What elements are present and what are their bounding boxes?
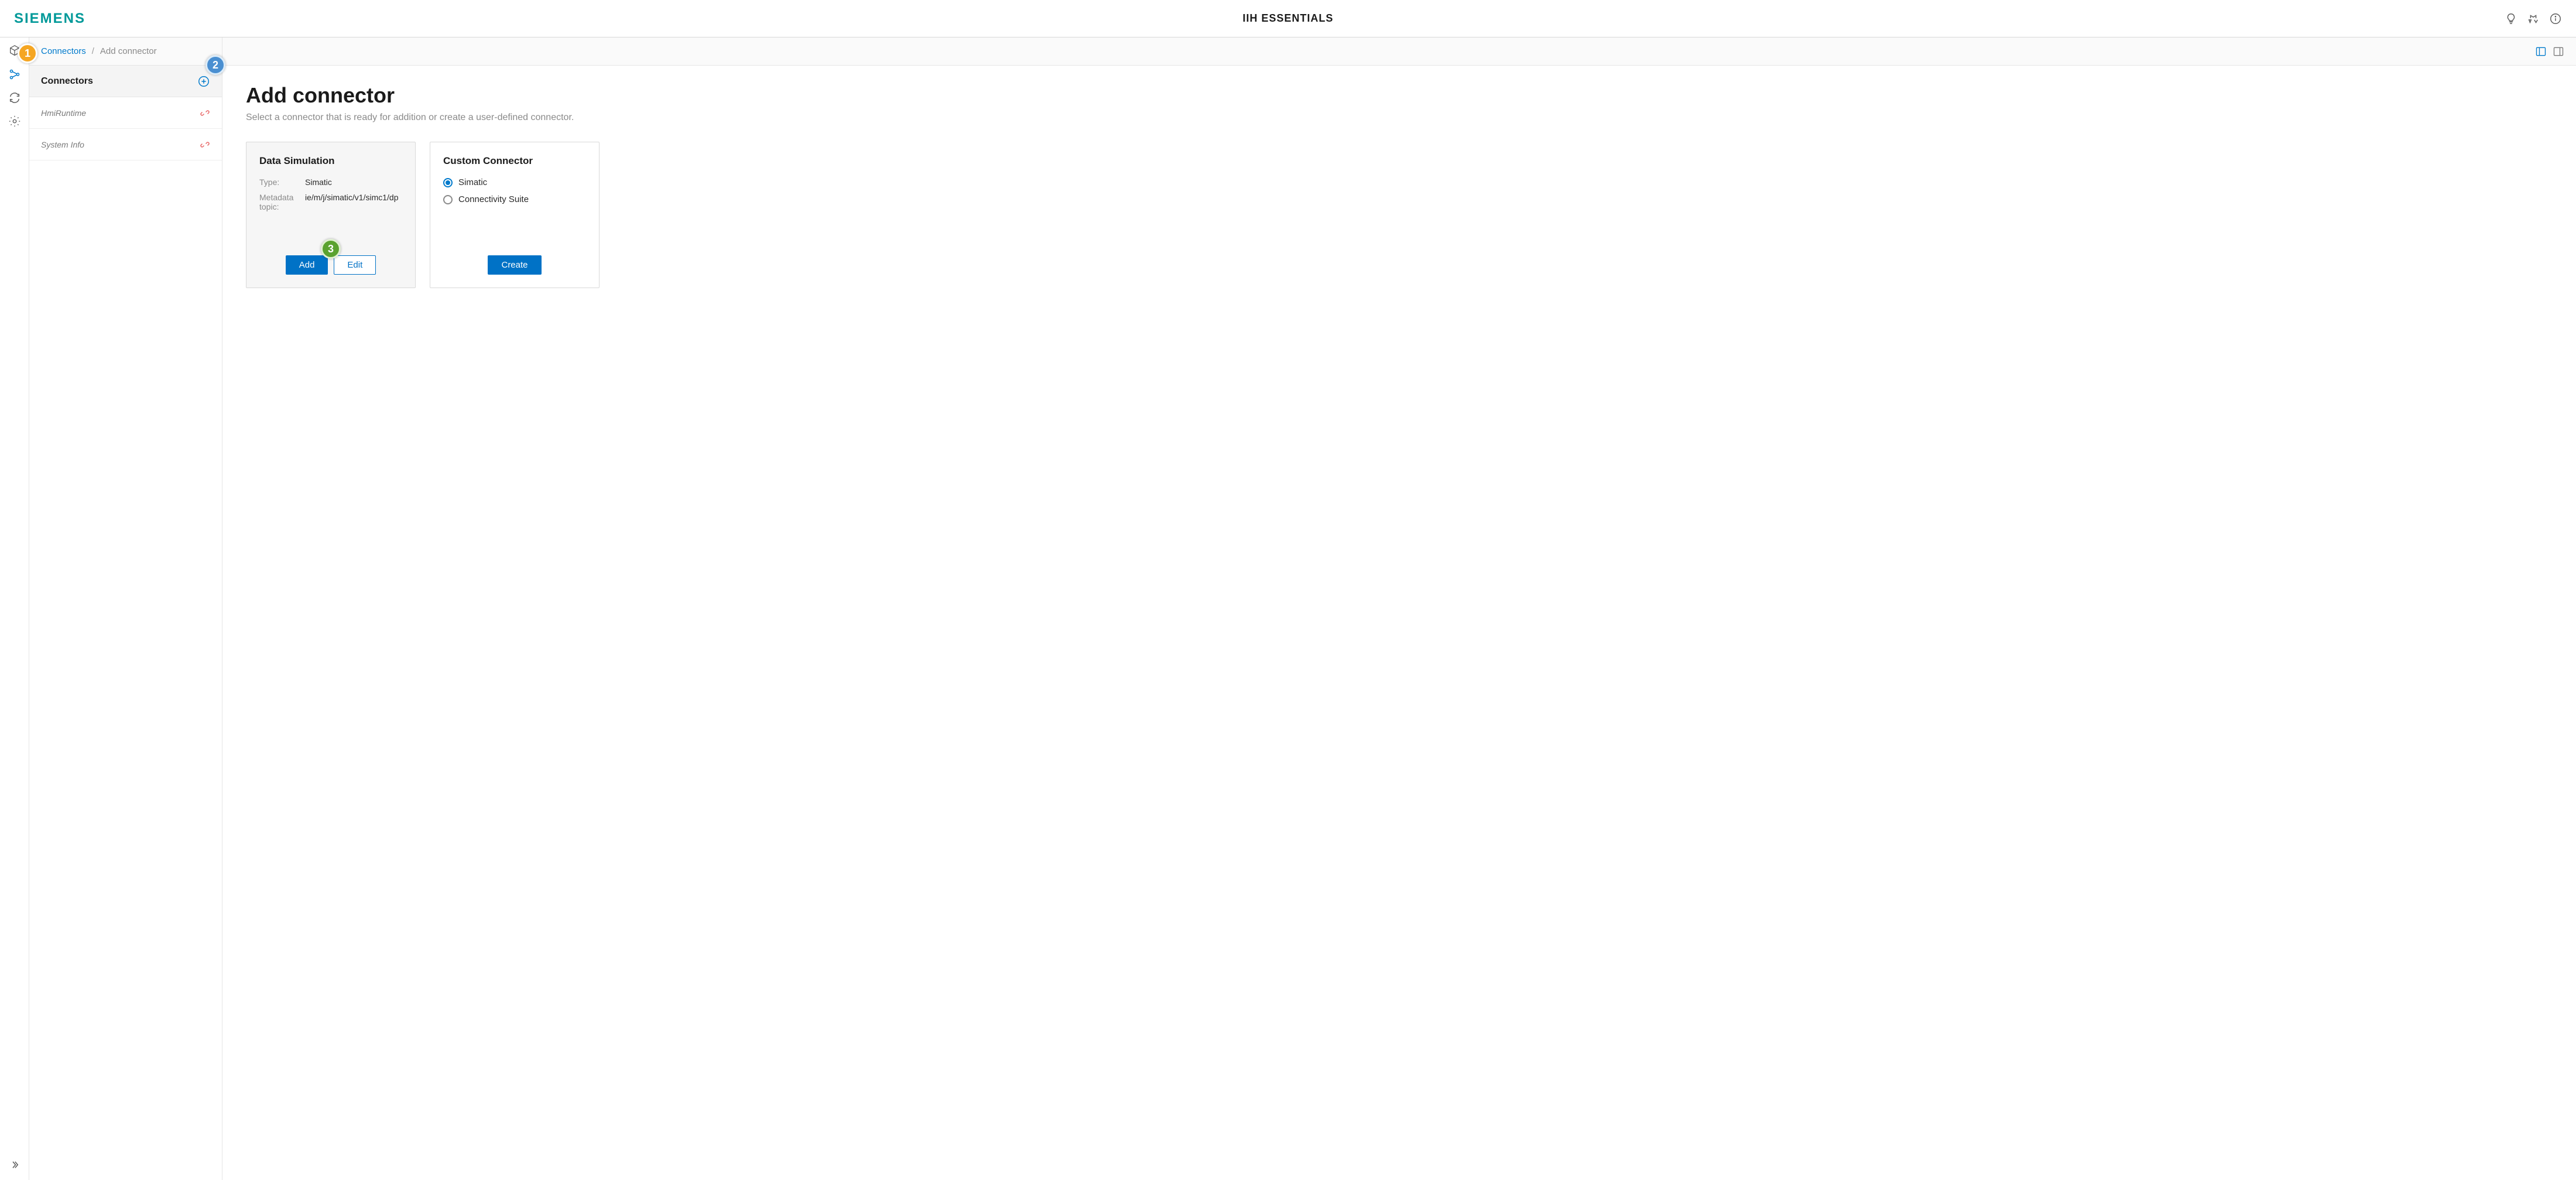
app-title: IIH ESSENTIALS — [1242, 12, 1333, 25]
card-title: Custom Connector — [443, 155, 586, 167]
meta-type-row: Type: Simatic — [259, 177, 402, 187]
info-icon[interactable] — [2549, 12, 2562, 25]
radio-label: Simatic — [458, 177, 487, 187]
expand-rail-button[interactable] — [9, 1160, 20, 1172]
card-custom-connector: Custom Connector Simatic Connectivity Su… — [430, 142, 600, 288]
cards-row: Data Simulation Type: Simatic Metadata t… — [246, 142, 2553, 288]
card-data-simulation: Data Simulation Type: Simatic Metadata t… — [246, 142, 416, 288]
connector-item-hmiruntime[interactable]: HmiRuntime — [29, 97, 222, 129]
broken-link-icon — [200, 108, 210, 118]
add-button[interactable]: Add — [286, 255, 328, 275]
nav-rail: 1 — [0, 37, 29, 1180]
card-title: Data Simulation — [259, 155, 402, 167]
connectors-nav-icon[interactable] — [8, 68, 21, 81]
meta-value: Simatic — [305, 177, 332, 187]
connector-item-label: System Info — [41, 140, 84, 149]
radio-icon — [443, 178, 453, 187]
breadcrumb-separator: / — [92, 46, 94, 56]
meta-value: ie/m/j/simatic/v1/simc1/dp — [305, 193, 398, 202]
radio-label: Connectivity Suite — [458, 194, 529, 204]
page-subtitle: Select a connector that is ready for add… — [246, 112, 2553, 123]
sync-icon[interactable] — [8, 91, 21, 104]
broken-link-icon — [200, 139, 210, 150]
add-connector-icon[interactable] — [197, 75, 210, 88]
edit-button[interactable]: Edit — [334, 255, 376, 275]
panel-right-toggle-icon[interactable] — [2553, 46, 2564, 57]
panel-header: Connectors 2 — [29, 66, 222, 97]
main-area: Add connector Select a connector that is… — [222, 37, 2576, 1180]
radio-option-simatic[interactable]: Simatic — [443, 177, 586, 187]
top-actions — [2505, 12, 2562, 25]
meta-label: Metadata topic: — [259, 193, 305, 211]
content: Add connector Select a connector that is… — [222, 66, 2576, 306]
radio-option-connectivity-suite[interactable]: Connectivity Suite — [443, 194, 586, 204]
create-button[interactable]: Create — [488, 255, 541, 275]
cube-icon[interactable] — [8, 45, 21, 57]
lightbulb-icon[interactable] — [2505, 12, 2517, 25]
top-header: SIEMENS IIH ESSENTIALS — [0, 0, 2576, 37]
meta-topic-row: Metadata topic: ie/m/j/simatic/v1/simc1/… — [259, 193, 402, 211]
page-title: Add connector — [246, 83, 2553, 108]
brand-logo: SIEMENS — [14, 11, 85, 27]
connectors-panel: Connectors / Add connector Connectors 2 … — [29, 37, 222, 1180]
card-actions: Add Edit 3 — [259, 255, 402, 275]
panel-left-toggle-icon[interactable] — [2535, 46, 2547, 57]
card-actions: Create — [443, 255, 586, 275]
connector-item-systeminfo[interactable]: System Info — [29, 129, 222, 160]
gear-icon[interactable] — [8, 115, 21, 128]
meta-label: Type: — [259, 177, 305, 187]
breadcrumb-current: Add connector — [100, 46, 157, 56]
feedback-icon[interactable] — [2527, 12, 2540, 25]
main-toolbar — [222, 37, 2576, 66]
radio-icon — [443, 195, 453, 204]
panel-title: Connectors — [41, 76, 93, 87]
connector-item-label: HmiRuntime — [41, 108, 86, 118]
breadcrumb: Connectors / Add connector — [29, 37, 222, 66]
breadcrumb-root[interactable]: Connectors — [41, 46, 86, 56]
